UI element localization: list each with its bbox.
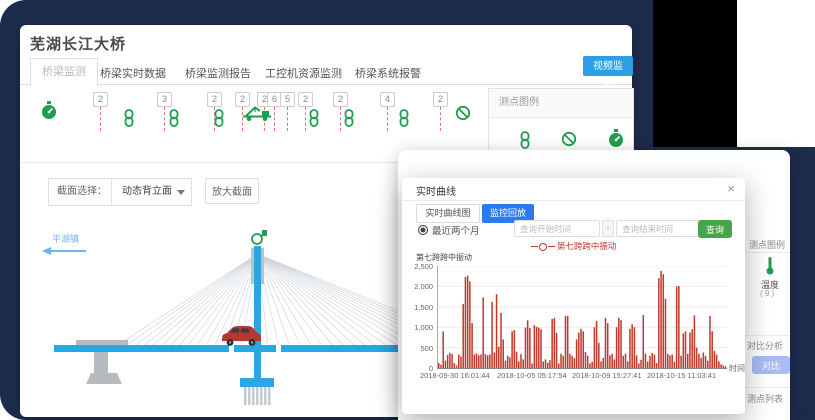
section-select-label: 截面选择： (57, 179, 107, 205)
compare-analysis-header: 对比分析 (747, 339, 783, 352)
y-tick-label: 2,000 (402, 282, 433, 291)
realtime-curve-dialog: 实时曲线 × 实时曲线图 监控回放 最近两个月 - 查询 第七跨跨中振动 第七跨… (402, 178, 745, 414)
deck-expansion-joint (276, 345, 281, 352)
compare-analysis-button[interactable]: 对比分析 (752, 356, 790, 374)
legend-series-label: 第七跨跨中振动 (557, 241, 617, 251)
gauge-icon[interactable] (40, 101, 58, 121)
sensor-count-badge[interactable]: 5 (280, 92, 295, 107)
y-tick-label: 1,500 (402, 303, 433, 312)
legend-marker-icon (539, 243, 547, 251)
sensor-count-badge[interactable]: 2 (298, 92, 313, 107)
sidebar-divider (738, 252, 790, 253)
sensor-dropline (305, 107, 306, 131)
sensor-dropline (387, 107, 388, 131)
legend-line-icon (548, 246, 555, 247)
chart-x-axis-name: 时间 (729, 363, 745, 374)
sensor-dropline (340, 107, 341, 131)
truck-icon[interactable] (242, 104, 272, 122)
recent-two-months-radio[interactable] (418, 225, 428, 235)
sensor-dropline (274, 107, 275, 131)
x-tick-label: 2018-10-09 15:27:41 (572, 371, 642, 380)
dialog-titlebar: 实时曲线 × (402, 178, 745, 201)
sidebar-legend-header: 测点图例 (749, 238, 785, 251)
x-tick-label: 2018-09-30 16:01:44 (420, 371, 490, 380)
tab-bridge-monitor[interactable]: 桥梁监测 (30, 58, 98, 86)
y-tick-label: 1,000 (402, 323, 433, 332)
query-start-time-input[interactable] (514, 220, 600, 237)
legend-ban-icon (561, 131, 577, 147)
sensor-count-badge[interactable]: 2 (433, 92, 448, 107)
x-tick-label: 2018-10-15 11:03:41 (647, 371, 716, 380)
section-select-value: 动态背立面 (122, 179, 172, 205)
chevron-down-icon (177, 190, 185, 195)
legend-line-icon (531, 246, 538, 247)
temperature-count: ( 9 ) (760, 289, 774, 298)
tower-sensor-icon[interactable] (252, 230, 267, 244)
section-select-group: 截面选择： 动态背立面 (48, 178, 192, 206)
sensor-count-badge[interactable]: 2 (207, 92, 222, 107)
bridge-side-label: 平湖镇 (52, 233, 79, 244)
sensor-count-badge[interactable]: 3 (157, 92, 172, 107)
section-select-dropdown[interactable]: 动态背立面 (111, 179, 192, 205)
sensor-count-badge[interactable]: 2 (93, 92, 108, 107)
background-white-region (737, 0, 815, 147)
chart-plot-area (437, 266, 727, 369)
close-icon[interactable]: × (727, 181, 735, 196)
link-icon[interactable] (398, 109, 410, 127)
sensor-dropline (100, 107, 101, 131)
sensor-dropline (440, 107, 441, 131)
sensor-dropline (287, 107, 288, 131)
legend-link-icon (519, 131, 531, 149)
thermometer-icon[interactable] (764, 256, 776, 276)
range-separator: - (602, 220, 614, 237)
legend-gauge-icon (607, 129, 625, 149)
y-tick-label: 2,500 (402, 262, 433, 271)
deck-expansion-joint (229, 345, 234, 352)
vibration-bar-chart (438, 266, 727, 368)
sensor-count-badge[interactable]: 2 (333, 92, 348, 107)
sidebar-divider (738, 387, 790, 388)
sidebar-divider (738, 335, 790, 336)
sensor-dropline (164, 107, 165, 131)
chart-legend[interactable]: 第七跨跨中振动 (402, 240, 745, 252)
link-icon[interactable] (213, 109, 225, 127)
recent-two-months-label: 最近两个月 (432, 223, 480, 237)
bridge-piles (244, 387, 271, 405)
sensor-count-badge[interactable]: 4 (380, 92, 395, 107)
background-black-region (653, 0, 737, 147)
bridge-tower (254, 246, 261, 380)
legend-panel: 测点图例 (488, 88, 634, 152)
query-button[interactable]: 查询 (698, 220, 732, 238)
x-tick-label: 2018-10-05 05:17:54 (497, 371, 567, 380)
point-list-header: 测点列表 (747, 392, 783, 405)
y-tick-label: 500 (402, 344, 433, 353)
link-icon[interactable] (343, 109, 355, 127)
link-icon[interactable] (123, 109, 135, 127)
legend-panel-title: 测点图例 (489, 89, 633, 118)
left-arrow-icon (42, 247, 86, 255)
query-end-time-input[interactable] (616, 220, 700, 237)
screen: 芜湖长江大桥 桥梁监测 桥梁实时数据 桥梁监测报告 工控机资源监测 桥梁系统报警… (0, 0, 815, 420)
link-icon[interactable] (168, 109, 180, 127)
enlarge-section-button[interactable]: 放大截面 (205, 178, 259, 204)
bridge-tower-footing (240, 378, 274, 387)
dialog-title: 实时曲线 (416, 183, 456, 198)
ban-icon[interactable] (455, 105, 471, 121)
link-icon[interactable] (308, 109, 320, 127)
tab-realtime-curve[interactable]: 实时曲线图 (416, 204, 480, 223)
